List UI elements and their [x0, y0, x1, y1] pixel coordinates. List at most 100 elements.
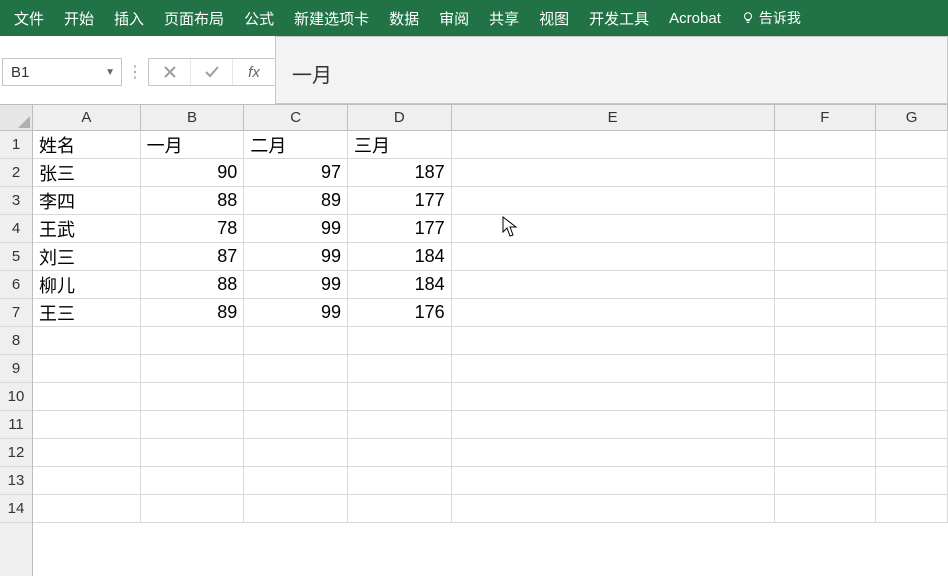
row-header[interactable]: 5: [0, 243, 32, 271]
cell[interactable]: 99: [244, 215, 348, 243]
tell-me-search[interactable]: 告诉我: [731, 0, 811, 36]
cancel-button[interactable]: [149, 59, 191, 85]
cell[interactable]: 99: [244, 271, 348, 299]
cell[interactable]: [775, 299, 877, 327]
cell[interactable]: 88: [141, 187, 245, 215]
cell[interactable]: [775, 271, 877, 299]
cell[interactable]: [452, 467, 775, 495]
cell[interactable]: [876, 271, 948, 299]
cell[interactable]: 89: [141, 299, 245, 327]
select-all-corner[interactable]: [0, 105, 33, 131]
cell[interactable]: 89: [244, 187, 348, 215]
cell[interactable]: [33, 439, 141, 467]
cell[interactable]: [775, 495, 877, 523]
cell[interactable]: 184: [348, 243, 452, 271]
cell[interactable]: 99: [244, 299, 348, 327]
cell[interactable]: 刘三: [33, 243, 141, 271]
cell[interactable]: [452, 215, 775, 243]
cell[interactable]: [452, 327, 775, 355]
cell[interactable]: [775, 215, 877, 243]
row-header[interactable]: 7: [0, 299, 32, 327]
ribbon-tab[interactable]: 新建选项卡: [284, 0, 379, 36]
ribbon-tab[interactable]: 插入: [104, 0, 154, 36]
cell[interactable]: [876, 299, 948, 327]
cell[interactable]: [348, 411, 452, 439]
cell[interactable]: [348, 355, 452, 383]
row-header[interactable]: 4: [0, 215, 32, 243]
cell[interactable]: [141, 495, 245, 523]
cell[interactable]: [452, 299, 775, 327]
cell[interactable]: 88: [141, 271, 245, 299]
cell[interactable]: [876, 159, 948, 187]
cell[interactable]: 177: [348, 187, 452, 215]
cell[interactable]: [876, 215, 948, 243]
cell[interactable]: [141, 355, 245, 383]
cell[interactable]: [452, 383, 775, 411]
cell[interactable]: [876, 131, 948, 159]
cell[interactable]: 90: [141, 159, 245, 187]
cell[interactable]: [348, 495, 452, 523]
cell[interactable]: [33, 411, 141, 439]
cell[interactable]: 王三: [33, 299, 141, 327]
cell[interactable]: [33, 327, 141, 355]
cell[interactable]: [244, 439, 348, 467]
cell[interactable]: [452, 187, 775, 215]
cell[interactable]: [244, 327, 348, 355]
cell[interactable]: [452, 439, 775, 467]
row-header[interactable]: 8: [0, 327, 32, 355]
column-header[interactable]: B: [141, 105, 245, 130]
row-header[interactable]: 6: [0, 271, 32, 299]
cell[interactable]: 78: [141, 215, 245, 243]
cell[interactable]: [452, 271, 775, 299]
cell[interactable]: [775, 467, 877, 495]
cell[interactable]: [775, 327, 877, 355]
cell[interactable]: 三月: [348, 131, 452, 159]
cell[interactable]: [876, 187, 948, 215]
ribbon-tab[interactable]: 页面布局: [154, 0, 234, 36]
cell[interactable]: [244, 411, 348, 439]
cell[interactable]: [876, 243, 948, 271]
cell[interactable]: 99: [244, 243, 348, 271]
row-header[interactable]: 3: [0, 187, 32, 215]
cell[interactable]: [348, 439, 452, 467]
cell[interactable]: [775, 355, 877, 383]
cell[interactable]: 87: [141, 243, 245, 271]
cell[interactable]: [452, 159, 775, 187]
ribbon-tab[interactable]: 公式: [234, 0, 284, 36]
cell[interactable]: [141, 327, 245, 355]
cell[interactable]: [775, 243, 877, 271]
cell[interactable]: 187: [348, 159, 452, 187]
cell[interactable]: [33, 383, 141, 411]
cell[interactable]: [141, 411, 245, 439]
row-header[interactable]: 13: [0, 467, 32, 495]
name-box[interactable]: B1 ▼: [2, 58, 122, 86]
cell[interactable]: [348, 327, 452, 355]
cell[interactable]: 二月: [244, 131, 348, 159]
cell[interactable]: [876, 411, 948, 439]
row-header[interactable]: 9: [0, 355, 32, 383]
cell[interactable]: [452, 411, 775, 439]
ribbon-tab[interactable]: 审阅: [429, 0, 479, 36]
cell[interactable]: [775, 131, 877, 159]
cell[interactable]: [775, 187, 877, 215]
column-header[interactable]: E: [452, 105, 775, 130]
cell[interactable]: [775, 439, 877, 467]
cell[interactable]: [33, 355, 141, 383]
cell[interactable]: [33, 467, 141, 495]
ribbon-tab[interactable]: 数据: [379, 0, 429, 36]
cell[interactable]: 184: [348, 271, 452, 299]
cells-area[interactable]: 姓名一月二月三月张三9097187李四8889177王武7899177刘三879…: [33, 131, 948, 576]
column-header[interactable]: D: [348, 105, 452, 130]
row-header[interactable]: 14: [0, 495, 32, 523]
cell[interactable]: [33, 495, 141, 523]
cell[interactable]: [452, 131, 775, 159]
cell[interactable]: [452, 495, 775, 523]
cell[interactable]: [141, 467, 245, 495]
cell[interactable]: 一月: [141, 131, 245, 159]
cell[interactable]: [876, 495, 948, 523]
row-header[interactable]: 11: [0, 411, 32, 439]
row-header[interactable]: 12: [0, 439, 32, 467]
cell[interactable]: [244, 355, 348, 383]
cell[interactable]: 柳儿: [33, 271, 141, 299]
cell[interactable]: 张三: [33, 159, 141, 187]
